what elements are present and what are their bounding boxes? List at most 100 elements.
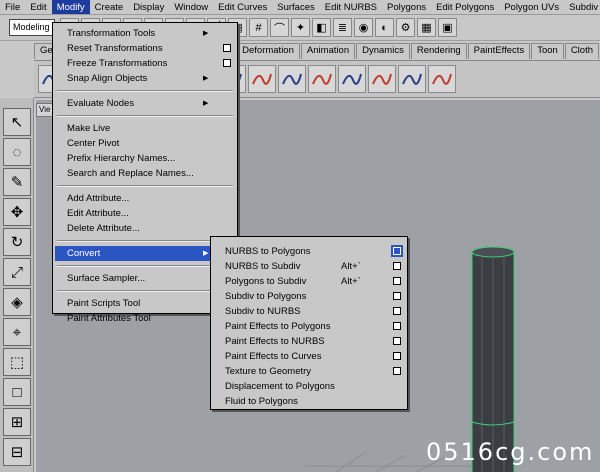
snap-point-icon[interactable]: ✦ bbox=[291, 18, 310, 37]
menu-item-center-pivot[interactable]: Center Pivot bbox=[55, 136, 237, 151]
menu-item-transformation-tools[interactable]: Transformation Tools ▶ bbox=[55, 26, 237, 41]
menu-item-label: Polygons to Subdiv bbox=[225, 276, 307, 287]
attribute-icon[interactable]: ▣ bbox=[438, 18, 457, 37]
option-box-icon[interactable] bbox=[223, 44, 231, 52]
menu-item-label: Search and Replace Names... bbox=[67, 168, 194, 179]
menu-item-prefix-hierarchy-names[interactable]: Prefix Hierarchy Names... bbox=[55, 151, 237, 166]
menu-item-delete-attribute[interactable]: Delete Attribute... bbox=[55, 221, 237, 236]
option-box-icon[interactable] bbox=[393, 277, 401, 285]
layout-four-icon[interactable]: ⊞ bbox=[3, 408, 31, 436]
menu-item-edit-attribute[interactable]: Edit Attribute... bbox=[55, 206, 237, 221]
lasso-tool-icon[interactable]: ◌ bbox=[3, 138, 31, 166]
convert-item-paint-effects-to-polygons[interactable]: Paint Effects to Polygons bbox=[213, 319, 407, 334]
option-box-icon[interactable] bbox=[393, 322, 401, 330]
menu-polygons[interactable]: Polygons bbox=[382, 0, 431, 14]
option-box-icon[interactable] bbox=[223, 59, 231, 67]
menu-item-evaluate-nodes[interactable]: Evaluate Nodes ▶ bbox=[55, 96, 237, 111]
shelf-tab-toon[interactable]: Toon bbox=[531, 43, 564, 59]
convert-item-paint-effects-to-curves[interactable]: Paint Effects to Curves bbox=[213, 349, 407, 364]
menu-item-snap-align-objects[interactable]: Snap Align Objects ▶ bbox=[55, 71, 237, 86]
menu-item-label: Delete Attribute... bbox=[67, 223, 140, 234]
menu-subdiv-su[interactable]: Subdiv Su bbox=[564, 0, 600, 14]
menu-polygon-uvs[interactable]: Polygon UVs bbox=[499, 0, 564, 14]
shelf-tab-rendering[interactable]: Rendering bbox=[410, 43, 467, 59]
shelf-tab-cloth[interactable]: Cloth bbox=[564, 43, 599, 59]
menu-item-reset-transformations[interactable]: Reset Transformations bbox=[55, 41, 237, 56]
menu-item-label: Reset Transformations bbox=[67, 43, 163, 54]
menu-separator bbox=[57, 115, 233, 117]
menu-edit-polygons[interactable]: Edit Polygons bbox=[431, 0, 499, 14]
convert-item-displacement-to-polygons[interactable]: Displacement to Polygons bbox=[213, 379, 407, 394]
curve-attach-icon[interactable] bbox=[278, 65, 306, 93]
soft-mod-icon[interactable]: ◈ bbox=[3, 288, 31, 316]
paint-select-icon[interactable]: ✎ bbox=[3, 168, 31, 196]
layout-single-icon[interactable]: □ bbox=[3, 378, 31, 406]
menu-item-freeze-transformations[interactable]: Freeze Transformations bbox=[55, 56, 237, 71]
curve-rebuild-icon[interactable] bbox=[428, 65, 456, 93]
shelf-tab-animation[interactable]: Animation bbox=[300, 43, 356, 59]
mode-selector[interactable]: Modeling bbox=[9, 19, 55, 36]
menu-bar: File Edit Modify Create Display Window Edit Cu… bbox=[0, 0, 600, 15]
menu-edit-curves[interactable]: Edit Curves bbox=[213, 0, 272, 14]
shelf-tab-deformation[interactable]: Deformation bbox=[236, 43, 300, 59]
convert-item-polygons-to-subdiv[interactable]: Polygons to Subdiv Alt+` bbox=[213, 274, 407, 289]
menu-create[interactable]: Create bbox=[90, 0, 129, 14]
menu-item-label: Make Live bbox=[67, 123, 111, 134]
manipulator-icon[interactable]: ⌖ bbox=[3, 318, 31, 346]
menu-item-label: Surface Sampler... bbox=[67, 273, 146, 284]
menu-modify[interactable]: Modify bbox=[51, 0, 90, 14]
snap-grid-icon[interactable]: # bbox=[249, 18, 268, 37]
move-tool-icon[interactable]: ✥ bbox=[3, 198, 31, 226]
convert-item-subdiv-to-nurbs[interactable]: Subdiv to NURBS bbox=[213, 304, 407, 319]
option-box-icon[interactable] bbox=[393, 262, 401, 270]
curve-edit-icon[interactable] bbox=[248, 65, 276, 93]
menu-edit[interactable]: Edit bbox=[25, 0, 51, 14]
menu-edit-nurbs[interactable]: Edit NURBS bbox=[320, 0, 382, 14]
menu-item-label: Transformation Tools bbox=[67, 28, 156, 39]
scale-tool-icon[interactable]: ⤢ bbox=[3, 258, 31, 286]
menu-item-label: Displacement to Polygons bbox=[225, 381, 335, 392]
snap-curve-icon[interactable]: ⌒ bbox=[270, 18, 289, 37]
history-icon[interactable]: ≣ bbox=[333, 18, 352, 37]
menu-surfaces[interactable]: Surfaces bbox=[272, 0, 320, 14]
curve-detach-icon[interactable] bbox=[308, 65, 336, 93]
curve-open-close-icon[interactable] bbox=[368, 65, 396, 93]
menu-item-label: Center Pivot bbox=[67, 138, 120, 149]
watermark: 0516cg.com bbox=[426, 438, 595, 466]
menu-item-add-attribute[interactable]: Add Attribute... bbox=[55, 191, 237, 206]
curve-fillet-icon[interactable] bbox=[398, 65, 426, 93]
convert-item-fluid-to-polygons[interactable]: Fluid to Polygons bbox=[213, 394, 407, 409]
layout-two-icon[interactable]: ⊟ bbox=[3, 438, 31, 466]
option-box-icon[interactable] bbox=[393, 307, 401, 315]
menu-item-shortcut: Alt+` bbox=[341, 276, 361, 287]
menu-window[interactable]: Window bbox=[169, 0, 213, 14]
submenu-arrow-icon: ▶ bbox=[203, 30, 209, 37]
convert-item-nurbs-to-polygons[interactable]: NURBS to Polygons bbox=[213, 244, 407, 259]
convert-item-paint-effects-to-nurbs[interactable]: Paint Effects to NURBS bbox=[213, 334, 407, 349]
render-icon[interactable]: ◉ bbox=[354, 18, 373, 37]
channel-icon[interactable]: ▦ bbox=[417, 18, 436, 37]
option-box-icon[interactable] bbox=[393, 352, 401, 360]
show-manip-icon[interactable]: ⬚ bbox=[3, 348, 31, 376]
menu-display[interactable]: Display bbox=[128, 0, 169, 14]
convert-item-subdiv-to-polygons[interactable]: Subdiv to Polygons bbox=[213, 289, 407, 304]
shelf-tab-painteffects[interactable]: PaintEffects bbox=[467, 43, 531, 59]
render-globals-icon[interactable]: ⚙ bbox=[396, 18, 415, 37]
select-tool-icon[interactable]: ↖ bbox=[3, 108, 31, 136]
menu-item-make-live[interactable]: Make Live bbox=[55, 121, 237, 136]
convert-item-nurbs-to-subdiv[interactable]: NURBS to Subdiv Alt+` bbox=[213, 259, 407, 274]
snap-plane-icon[interactable]: ◧ bbox=[312, 18, 331, 37]
rotate-tool-icon[interactable]: ↻ bbox=[3, 228, 31, 256]
option-box-icon[interactable] bbox=[391, 245, 403, 257]
convert-item-texture-to-geometry[interactable]: Texture to Geometry bbox=[213, 364, 407, 379]
option-box-icon[interactable] bbox=[393, 337, 401, 345]
menu-item-search-and-replace-names[interactable]: Search and Replace Names... bbox=[55, 166, 237, 181]
option-box-icon[interactable] bbox=[393, 292, 401, 300]
menu-file[interactable]: File bbox=[0, 0, 25, 14]
menu-item-label: Freeze Transformations bbox=[67, 58, 168, 69]
option-box-icon[interactable] bbox=[393, 367, 401, 375]
ipr-icon[interactable]: ◐ bbox=[375, 18, 394, 37]
curve-align-icon[interactable] bbox=[338, 65, 366, 93]
shelf-tab-dynamics[interactable]: Dynamics bbox=[356, 43, 410, 59]
menu-item-label: Convert bbox=[67, 248, 101, 259]
